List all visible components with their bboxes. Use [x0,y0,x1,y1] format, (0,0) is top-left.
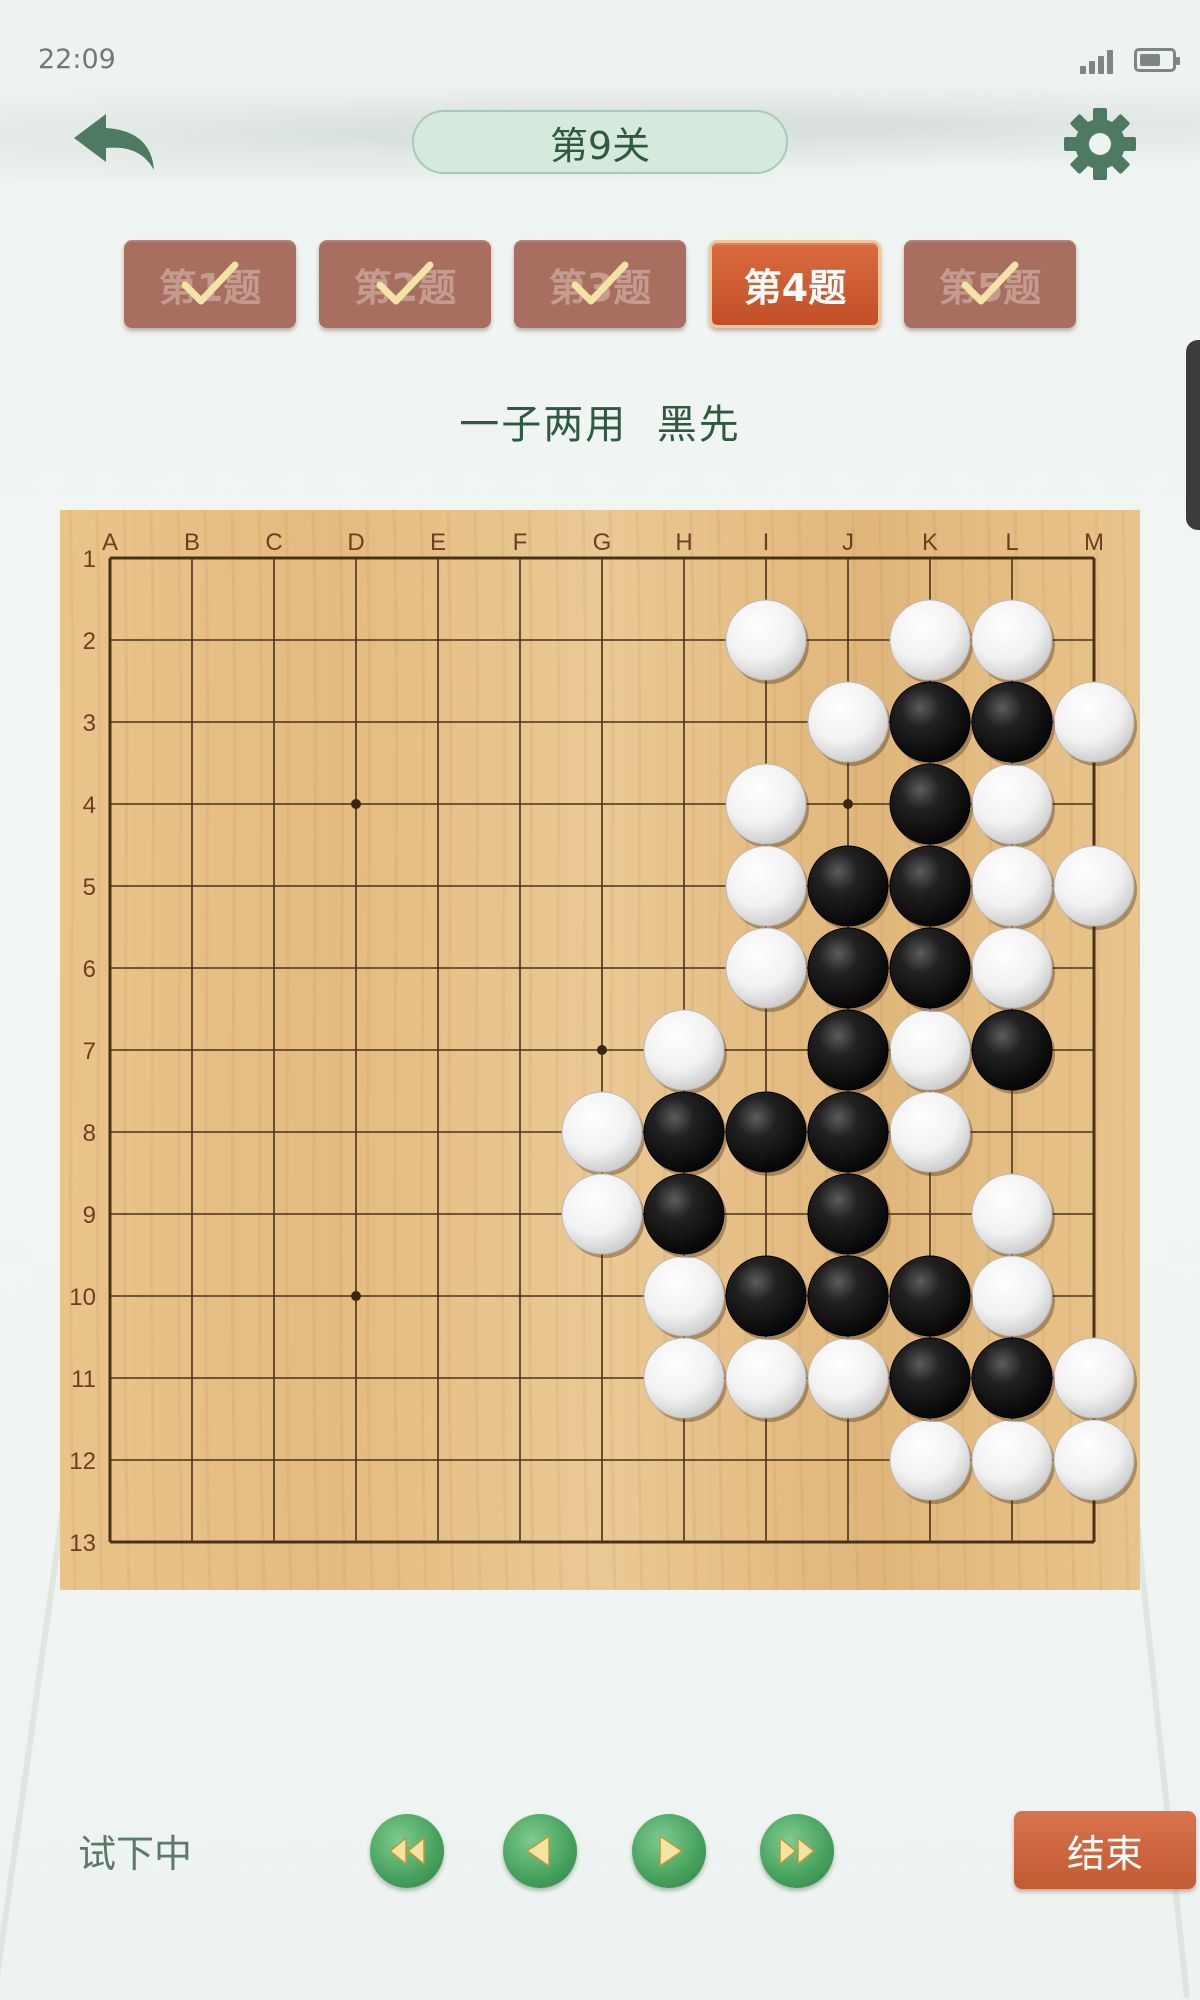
go-board[interactable]: A B C D E F G H I J K L M 1 2 3 4 5 6 7 8 9 10 11 12 13 [60,510,1140,1590]
column-label: C [265,529,282,556]
tab-question-3[interactable]: 第3题 [514,240,686,328]
back-button[interactable] [70,108,160,178]
battery-icon [1134,48,1180,72]
tab-label: 第5题 [938,265,1042,310]
star-point [351,799,361,809]
row-label: 10 [69,1284,96,1311]
next-move-button[interactable] [632,1814,706,1888]
status-bar: 22:09 [0,0,1200,120]
tab-label: 第2题 [353,265,457,310]
tab-question-5[interactable]: 第5题 [904,240,1076,328]
column-label: J [842,529,854,556]
row-label: 6 [83,956,96,983]
column-label: I [763,529,770,556]
level-title: 第9关 [412,110,788,174]
tab-label: 第3题 [548,265,652,310]
row-label: 2 [83,628,96,655]
tab-question-4[interactable]: 第4题 [709,240,881,328]
column-label: D [347,529,364,556]
column-label: A [102,529,118,556]
settings-button[interactable] [1062,106,1138,182]
signal-icon [1080,48,1118,74]
undo-arrow-icon [74,114,154,170]
last-move-button[interactable] [760,1814,834,1888]
row-label: 5 [83,874,96,901]
play-right-icon [659,1834,684,1868]
star-point [351,1291,361,1301]
rewind-icon [388,1836,425,1866]
column-label: L [1005,529,1018,556]
row-label: 4 [83,792,96,819]
row-label: 9 [83,1202,96,1229]
star-point [597,1045,607,1055]
gear-icon [1064,108,1136,180]
column-label: B [184,529,200,556]
question-tabs: 第1题 第2题 第3题 第4题 第5题 [124,240,1076,330]
tab-question-2[interactable]: 第2题 [319,240,491,328]
star-point [843,799,853,809]
first-move-button[interactable] [370,1814,444,1888]
row-label: 12 [69,1448,96,1475]
row-label: 8 [83,1120,96,1147]
column-label: M [1084,529,1104,556]
column-label: G [593,529,612,556]
row-label: 13 [69,1530,96,1557]
board-canvas[interactable]: A B C D E F G H I J K L M12345678910111213 [60,510,1140,1590]
side-drawer-handle[interactable] [1186,340,1200,530]
row-label: 3 [83,710,96,737]
column-label: H [675,529,692,556]
previous-move-button[interactable] [503,1814,577,1888]
tab-question-1[interactable]: 第1题 [124,240,296,328]
status-time: 22:09 [38,44,116,75]
tab-label: 第4题 [743,265,847,310]
fast-forward-icon [779,1836,816,1866]
play-left-icon [525,1834,550,1868]
row-label: 7 [83,1038,96,1065]
column-label: E [430,529,446,556]
puzzle-title: 一子两用 黑先 [459,402,741,448]
column-label: K [922,529,938,556]
column-label: F [513,529,528,556]
end-button[interactable]: 结束 [1014,1811,1196,1889]
tab-label: 第1题 [158,265,262,310]
row-label: 1 [83,546,96,573]
trial-status-text: 试下中 [78,1832,193,1876]
row-label: 11 [71,1366,96,1393]
